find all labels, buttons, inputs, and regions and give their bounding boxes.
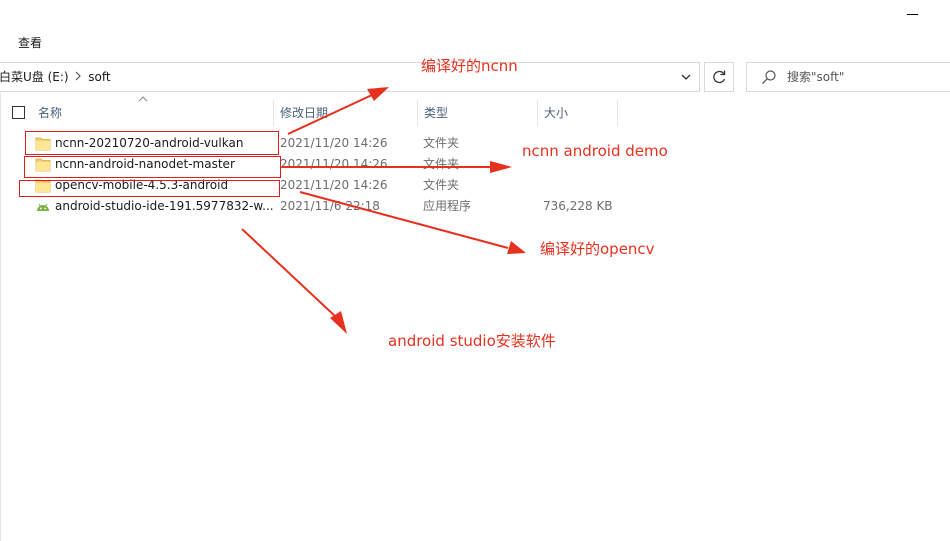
navigation-pane-edge — [0, 93, 1, 541]
column-header-name[interactable]: 名称 — [38, 100, 62, 126]
select-all-checkbox[interactable] — [12, 106, 25, 119]
file-row[interactable]: android-studio-ide-191.5977832-w... 2021… — [25, 196, 645, 217]
address-bar[interactable]: 白菜U盘 (E:) soft — [0, 62, 700, 92]
file-explorer-window: 查看 白菜U盘 (E:) soft 搜索"soft" 名称 修改日期 类型 大小… — [0, 0, 950, 541]
refresh-icon — [713, 70, 726, 84]
file-date: 2021/11/20 14:26 — [280, 157, 388, 171]
highlight-box-opencv — [19, 180, 280, 197]
column-header-size[interactable]: 大小 — [544, 100, 568, 126]
annotation-studio: android studio安装软件 — [388, 332, 556, 350]
address-history-dropdown[interactable] — [678, 69, 694, 85]
minimize-button[interactable] — [890, 0, 936, 30]
chevron-down-icon — [681, 74, 691, 80]
column-divider[interactable] — [417, 100, 418, 126]
breadcrumb: 白菜U盘 (E:) soft — [0, 63, 111, 91]
minimize-icon — [907, 14, 918, 15]
annotation-opencv: 编译好的opencv — [540, 240, 655, 258]
file-size: 736,228 KB — [543, 199, 613, 213]
ribbon-tab-view[interactable]: 查看 — [10, 32, 50, 54]
breadcrumb-drive[interactable]: 白菜U盘 (E:) — [0, 70, 69, 84]
annotation-ncnn: 编译好的ncnn — [421, 57, 518, 75]
file-date: 2021/11/6 22:18 — [280, 199, 380, 213]
refresh-button[interactable] — [704, 62, 734, 92]
search-input[interactable]: 搜索"soft" — [746, 62, 950, 92]
search-icon — [762, 70, 776, 84]
highlight-box-demo — [24, 156, 281, 178]
file-name: android-studio-ide-191.5977832-w... — [55, 199, 274, 213]
chevron-right-icon — [75, 71, 82, 81]
highlight-box-ncnn — [25, 131, 279, 155]
column-header-date[interactable]: 修改日期 — [280, 100, 328, 126]
breadcrumb-separator[interactable] — [72, 64, 84, 92]
file-date: 2021/11/20 14:26 — [280, 136, 388, 150]
file-type: 文件夹 — [423, 178, 460, 192]
column-divider[interactable] — [537, 100, 538, 126]
file-date: 2021/11/20 14:26 — [280, 178, 388, 192]
column-divider[interactable] — [617, 100, 618, 126]
annotation-demo: ncnn android demo — [522, 142, 668, 160]
column-header-type[interactable]: 类型 — [424, 100, 448, 126]
file-type: 应用程序 — [423, 199, 472, 213]
column-divider[interactable] — [273, 100, 274, 126]
arrow-to-studio-label — [241, 228, 347, 334]
sort-ascending-icon — [138, 96, 148, 102]
file-type: 文件夹 — [423, 136, 460, 150]
android-app-icon — [37, 203, 49, 211]
search-placeholder: 搜索"soft" — [787, 70, 845, 84]
file-type: 文件夹 — [423, 157, 460, 171]
breadcrumb-folder[interactable]: soft — [88, 70, 110, 84]
